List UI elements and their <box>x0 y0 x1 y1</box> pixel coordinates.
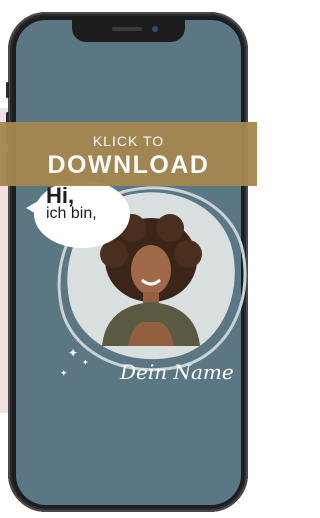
banner-title: DOWNLOAD <box>47 151 210 179</box>
sparkle-icon: ✦ <box>60 368 68 378</box>
speaker-icon <box>112 27 142 31</box>
hair-curl <box>174 240 202 268</box>
face-shape <box>131 245 171 295</box>
phone-notch <box>72 20 185 42</box>
camera-icon <box>152 26 158 32</box>
hair-curl <box>100 240 128 268</box>
sparkle-icon: ✦ <box>68 346 79 360</box>
signature-name: Dein Name <box>120 360 234 384</box>
banner-subtitle: KLICK TO <box>92 133 165 149</box>
download-banner[interactable]: KLICK TO DOWNLOAD <box>0 122 257 186</box>
intro-text: ich bin, <box>46 205 97 222</box>
side-button <box>6 82 9 98</box>
hair-curl <box>156 214 184 242</box>
sparkle-icon: ✦ <box>82 358 89 367</box>
